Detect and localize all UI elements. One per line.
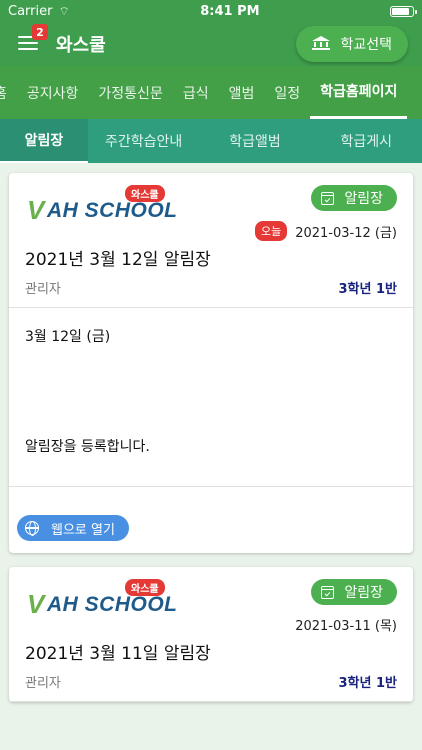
post-title: 2021년 3월 11일 알림장 bbox=[25, 644, 211, 664]
sub-tabs: 알림장 주간학습안내 학급앨범 학급게시 bbox=[0, 119, 422, 163]
app-bar: 2 와스쿨 학교선택 bbox=[0, 22, 422, 66]
menu-button[interactable]: 2 bbox=[18, 24, 48, 52]
school-logo: V AH SCHOOL 와스쿨 bbox=[25, 185, 185, 225]
subtab-class-album[interactable]: 학급앨범 bbox=[199, 119, 310, 163]
wifi-icon: ⌔ bbox=[58, 3, 70, 18]
main-tabs: 홈 공지사항 가정통신문 급식 앨범 일정 학급홈페이지 bbox=[0, 66, 422, 119]
notice-type-button[interactable]: 알림장 bbox=[311, 579, 397, 605]
divider bbox=[9, 701, 413, 702]
post-author: 관리자 bbox=[25, 282, 61, 297]
tab-meal[interactable]: 급식 bbox=[173, 66, 219, 119]
header: Carrier ⌔ 8:41 PM 2 와스쿨 학교선택 bbox=[0, 0, 422, 66]
post-body-line: 알림장을 등록합니다. bbox=[25, 439, 150, 455]
tab-newsletter[interactable]: 가정통신문 bbox=[88, 66, 172, 119]
school-select-label: 학교선택 bbox=[340, 37, 392, 53]
subtab-class-board[interactable]: 학급게시 bbox=[311, 119, 422, 163]
tab-home[interactable]: 홈 bbox=[0, 66, 17, 119]
school-logo: V AH SCHOOL 와스쿨 bbox=[25, 579, 185, 619]
app-title: 와스쿨 bbox=[56, 35, 106, 56]
post-body: 3월 12일 (금) 알림장을 등록합니다. bbox=[9, 308, 413, 486]
notice-card[interactable]: V AH SCHOOL 와스쿨 알림장 2021-03-11 (목) 2021년… bbox=[9, 567, 413, 702]
subtab-notice-board[interactable]: 알림장 bbox=[0, 119, 88, 163]
notification-badge: 2 bbox=[32, 24, 48, 40]
feed: V AH SCHOOL 와스쿨 알림장 오늘 2021-03-12 (금) 20… bbox=[0, 163, 422, 702]
post-body-line: 3월 12일 (금) bbox=[25, 329, 111, 345]
bank-icon bbox=[312, 36, 331, 52]
tab-class-homepage[interactable]: 학급홈페이지 bbox=[310, 66, 408, 119]
carrier-label: Carrier bbox=[8, 3, 53, 19]
notice-card[interactable]: V AH SCHOOL 와스쿨 알림장 오늘 2021-03-12 (금) 20… bbox=[9, 173, 413, 553]
open-web-button[interactable]: 웹으로 열기 bbox=[17, 515, 129, 541]
tab-notice[interactable]: 공지사항 bbox=[17, 66, 89, 119]
post-date: 2021-03-12 (금) bbox=[295, 225, 397, 241]
post-class: 3학년 1반 bbox=[338, 676, 398, 691]
globe-icon bbox=[25, 521, 39, 536]
tab-album[interactable]: 앨범 bbox=[219, 66, 265, 119]
tab-schedule[interactable]: 일정 bbox=[264, 66, 310, 119]
calendar-check-icon bbox=[321, 191, 335, 205]
post-class: 3학년 1반 bbox=[338, 282, 398, 297]
status-bar: Carrier ⌔ 8:41 PM bbox=[0, 0, 422, 22]
battery-icon bbox=[389, 5, 417, 17]
notice-type-button[interactable]: 알림장 bbox=[311, 185, 397, 211]
calendar-check-icon bbox=[321, 585, 335, 599]
post-author: 관리자 bbox=[25, 676, 61, 691]
post-date: 2021-03-11 (목) bbox=[295, 619, 397, 634]
clock: 8:41 PM bbox=[200, 3, 260, 19]
post-title: 2021년 3월 12일 알림장 bbox=[25, 250, 211, 270]
subtab-weekly-plan[interactable]: 주간학습안내 bbox=[88, 119, 199, 163]
school-select-button[interactable]: 학교선택 bbox=[296, 26, 408, 62]
today-badge: 오늘 bbox=[254, 221, 288, 241]
